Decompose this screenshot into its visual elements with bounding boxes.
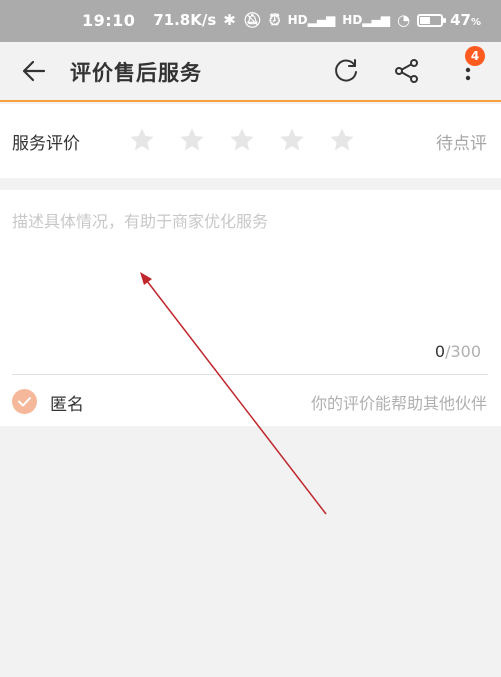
review-box: 0/300 bbox=[0, 190, 501, 376]
section-gap bbox=[0, 178, 501, 190]
page-title: 评价售后服务 bbox=[70, 61, 202, 85]
notification-badge: 4 bbox=[465, 46, 485, 66]
star-icon[interactable] bbox=[178, 126, 206, 154]
divider bbox=[12, 374, 488, 375]
battery-percent: 47% bbox=[450, 11, 481, 29]
battery-icon bbox=[417, 13, 447, 27]
bluetooth-icon: ✱ bbox=[223, 11, 236, 29]
mute-icon: 🔕︎ bbox=[242, 11, 262, 29]
rating-stars bbox=[128, 126, 356, 154]
wifi-icon: ◔ bbox=[397, 11, 411, 29]
toolbar: 评价售后服务 4 bbox=[0, 42, 501, 102]
signal-hd-icon: HD▂▄▆ bbox=[287, 13, 336, 27]
anonymous-checkbox[interactable] bbox=[12, 389, 37, 414]
star-icon[interactable] bbox=[128, 126, 156, 154]
anonymous-hint: 你的评价能帮助其他伙伴 bbox=[310, 394, 487, 413]
network-speed: 71.8K/s bbox=[153, 11, 217, 29]
rating-status: 待点评 bbox=[436, 134, 487, 154]
anonymous-label: 匿名 bbox=[50, 395, 84, 415]
star-icon[interactable] bbox=[328, 126, 356, 154]
anonymous-row: 匿名 你的评价能帮助其他伙伴 bbox=[0, 376, 501, 426]
service-rating-row: 服务评价 待点评 bbox=[0, 104, 501, 178]
signal-hd-icon: HD▂▄▆ bbox=[342, 13, 390, 27]
share-icon[interactable] bbox=[392, 56, 422, 86]
status-bar: 19:10 71.8K/s ✱ 🔕︎ ⏰︎ HD▂▄▆ HD▂▄▆ ◔ 47% bbox=[0, 0, 501, 42]
alarm-icon: ⏰︎ bbox=[268, 11, 281, 29]
back-arrow-icon[interactable] bbox=[20, 57, 48, 85]
status-indicators: 71.8K/s ✱ 🔕︎ ⏰︎ HD▂▄▆ HD▂▄▆ ◔ 47% bbox=[153, 11, 481, 29]
refresh-icon[interactable] bbox=[331, 56, 361, 86]
star-icon[interactable] bbox=[228, 126, 256, 154]
review-textarea[interactable] bbox=[12, 208, 488, 328]
star-icon[interactable] bbox=[278, 126, 306, 154]
status-time: 19:10 bbox=[82, 11, 136, 30]
rating-label: 服务评价 bbox=[12, 134, 80, 154]
char-counter: 0/300 bbox=[434, 342, 481, 361]
